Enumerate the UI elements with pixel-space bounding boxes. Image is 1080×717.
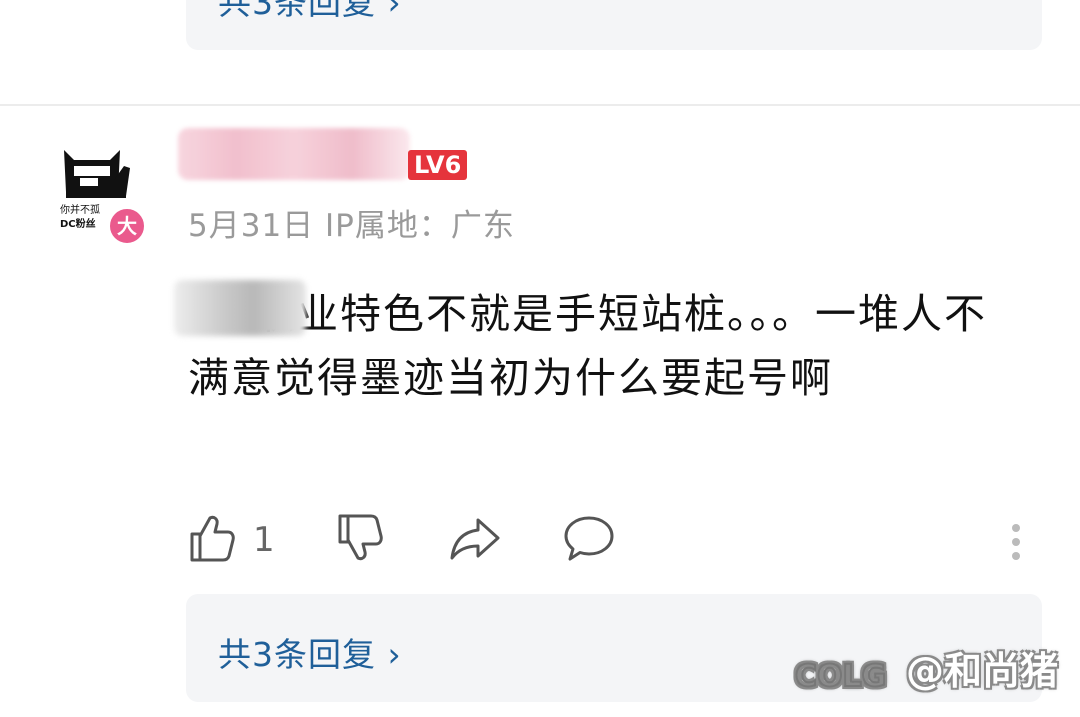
comment-icon[interactable] bbox=[562, 512, 616, 568]
share-icon[interactable] bbox=[448, 512, 502, 568]
more-icon[interactable] bbox=[1006, 516, 1026, 568]
avatar-badge: 大 bbox=[108, 207, 146, 245]
svg-text:你并不孤: 你并不孤 bbox=[60, 203, 100, 216]
previous-replies-box[interactable]: 共3条回复 › bbox=[186, 0, 1042, 50]
svg-text:COLG: COLG bbox=[795, 659, 886, 694]
comment-action-bar: 1 bbox=[0, 512, 1080, 572]
thumbs-down-icon[interactable] bbox=[334, 512, 386, 568]
comment-meta: 5月31日 IP属地：广东 bbox=[188, 208, 515, 244]
thumbs-up-icon[interactable] bbox=[186, 512, 238, 568]
comment-redacted-part bbox=[174, 280, 306, 336]
username-redacted[interactable] bbox=[178, 128, 410, 180]
comment-divider bbox=[0, 104, 1080, 106]
like-count: 1 bbox=[253, 520, 275, 560]
view-replies-link[interactable]: 共3条回复 › bbox=[218, 628, 402, 676]
watermark: COLG @和尚猪 bbox=[793, 640, 1058, 695]
watermark-text: @和尚猪 bbox=[905, 649, 1058, 693]
colg-logo: COLG bbox=[794, 658, 887, 695]
level-badge: LV6 bbox=[408, 150, 468, 180]
svg-text:DC粉丝: DC粉丝 bbox=[60, 217, 96, 230]
previous-view-replies-link[interactable]: 共3条回复 › bbox=[218, 0, 402, 24]
comment-text: 职业特色不就是手短站桩。。。一堆人不满意觉得墨迹当初为什么要起号啊 bbox=[188, 290, 987, 402]
